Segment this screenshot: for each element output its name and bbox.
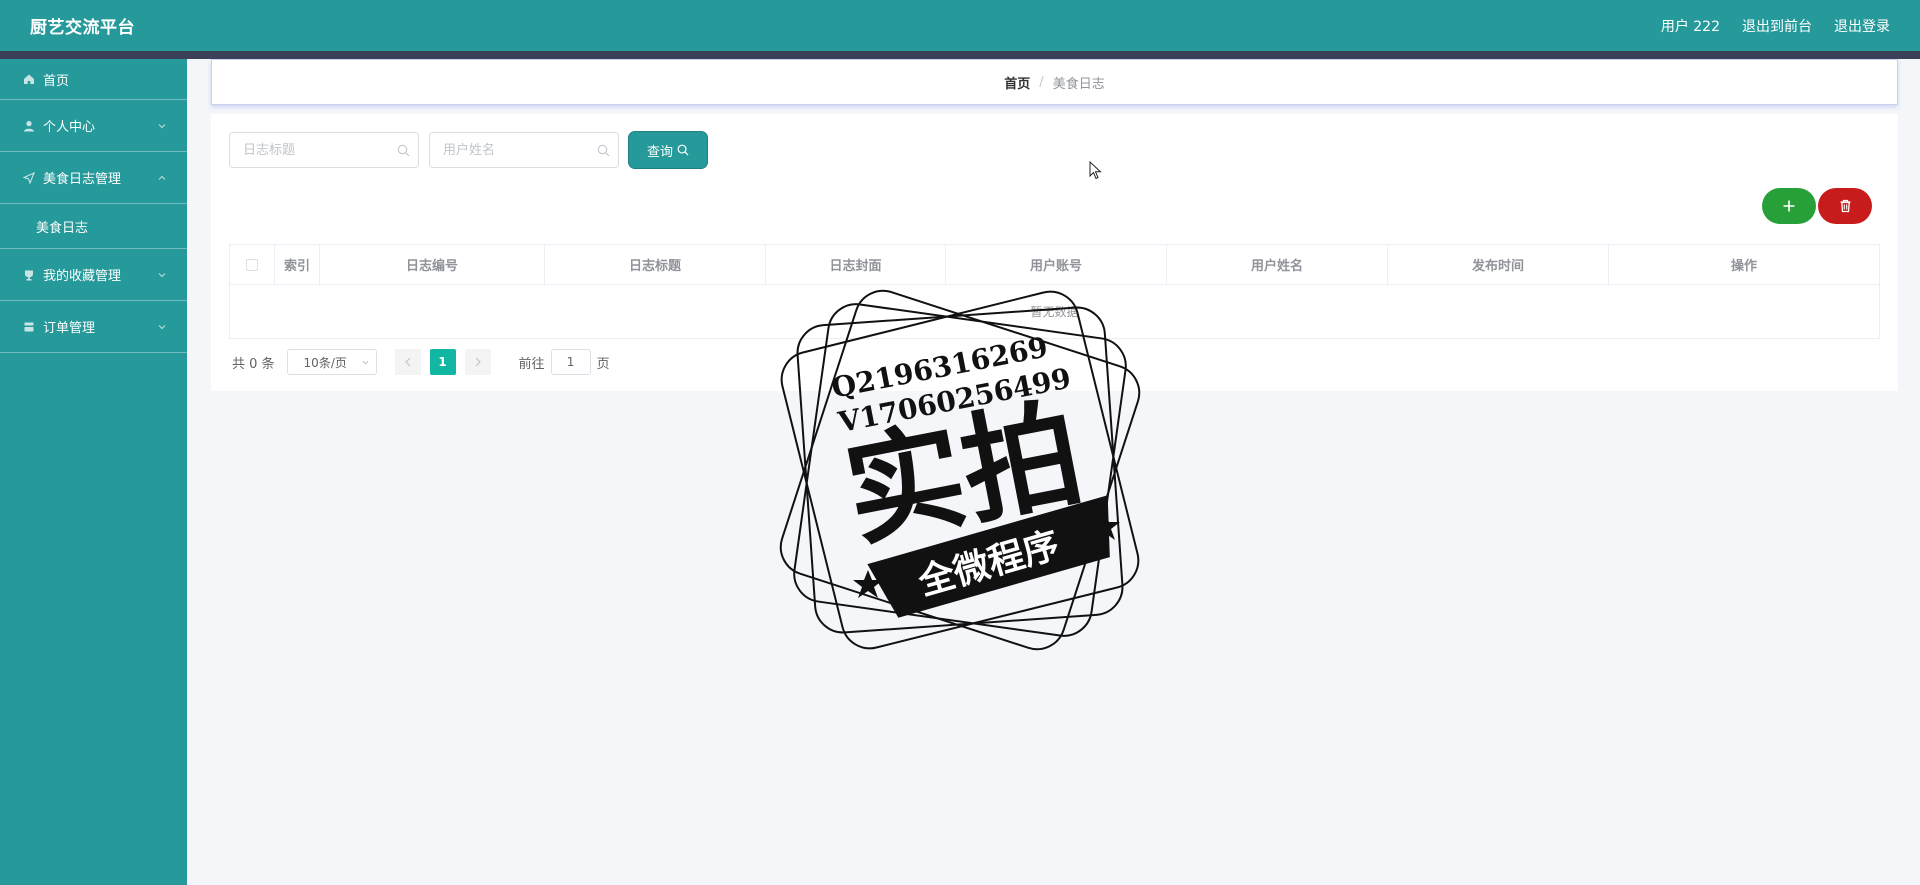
watermark-stamp: Q2196316269 V17060256499 实拍 全微程序 [779, 289, 1141, 651]
brand-title: 厨艺交流平台 [30, 18, 135, 38]
page-unit-label: 页 [596, 356, 610, 372]
page-size-select[interactable]: 10条/页 [286, 349, 377, 375]
sidebar-subitem-food-log[interactable]: 美食日志 [0, 204, 187, 249]
top-header: 厨艺交流平台 用户 222 退出到前台 退出登录 [0, 0, 1920, 51]
user-name-input[interactable] [430, 133, 618, 167]
search-icon [397, 144, 410, 157]
prev-page-button[interactable] [394, 349, 421, 375]
query-button[interactable]: 查询 [629, 132, 707, 168]
sidebar-item-label: 个人中心 [43, 120, 96, 135]
header-actions: 用户 222 退出到前台 退出登录 [1661, 16, 1890, 36]
sidebar-item-personal-center[interactable]: 个人中心 [0, 100, 187, 152]
add-button[interactable] [1762, 188, 1816, 224]
chevron-right-icon [475, 357, 481, 367]
send-icon [22, 171, 36, 185]
total-count: 共 0 条 [232, 356, 275, 372]
chevron-down-icon [158, 123, 166, 128]
log-title-search-box [229, 132, 419, 168]
column-header: 日志标题 [545, 245, 766, 284]
page-size-value: 10条/页 [303, 355, 347, 370]
search-row: 查询 [229, 132, 707, 168]
breadcrumb: 首页 / 美食日志 [211, 59, 1898, 105]
sidebar-item-label: 订单管理 [43, 321, 96, 336]
logout-link[interactable]: 退出登录 [1834, 16, 1890, 36]
chevron-up-icon [158, 175, 166, 180]
pagination: 共 0 条 10条/页 1 前往 1 页 [232, 349, 610, 375]
chevron-down-icon [158, 324, 166, 329]
goto-label: 前往 [518, 356, 545, 372]
search-icon [677, 144, 689, 156]
goto-page-input[interactable]: 1 [550, 349, 591, 375]
user-name-search-box [429, 132, 619, 168]
sidebar-item-label: 我的收藏管理 [43, 269, 122, 284]
column-header: 索引 [275, 245, 320, 284]
chevron-down-icon [361, 360, 369, 365]
next-page-button[interactable] [464, 349, 491, 375]
sidebar-item-home[interactable]: 首页 [0, 59, 187, 100]
user-icon [22, 119, 36, 133]
sidebar: 首页 个人中心 美食日志管理 美食日志 我的收藏管理 订单管理 [0, 59, 187, 885]
header-divider [0, 51, 1920, 59]
breadcrumb-current: 美食日志 [1052, 76, 1105, 92]
home-icon [22, 72, 36, 86]
trash-icon [1840, 199, 1850, 213]
log-title-input[interactable] [230, 133, 418, 167]
breadcrumb-home[interactable]: 首页 [1004, 73, 1030, 92]
exit-to-front-link[interactable]: 退出到前台 [1742, 16, 1812, 36]
sidebar-item-label: 美食日志管理 [43, 172, 122, 187]
chevron-left-icon [404, 357, 410, 367]
plus-icon [1783, 200, 1795, 212]
column-header: 日志编号 [320, 245, 545, 284]
trophy-icon [22, 268, 36, 282]
query-button-label: 查询 [646, 144, 673, 160]
sidebar-item-order-management[interactable]: 订单管理 [0, 301, 187, 353]
sidebar-item-label: 首页 [43, 73, 70, 89]
sidebar-item-food-log-management[interactable]: 美食日志管理 [0, 152, 187, 204]
column-header: 用户姓名 [1167, 245, 1388, 284]
select-all-checkbox[interactable] [246, 258, 258, 271]
column-header: 发布时间 [1388, 245, 1609, 284]
chevron-down-icon [158, 272, 166, 277]
column-header: 操作 [1730, 259, 1757, 274]
select-all-cell [230, 245, 275, 284]
page-number-active[interactable]: 1 [429, 349, 456, 375]
mouse-cursor-icon [1089, 161, 1102, 180]
order-icon [22, 320, 36, 334]
breadcrumb-separator: / [1039, 74, 1044, 90]
delete-button[interactable] [1818, 188, 1872, 224]
goto-page: 前往 1 页 [519, 349, 610, 375]
sidebar-item-my-favorites-management[interactable]: 我的收藏管理 [0, 249, 187, 301]
current-user[interactable]: 用户 222 [1661, 16, 1720, 36]
search-icon [597, 144, 610, 157]
